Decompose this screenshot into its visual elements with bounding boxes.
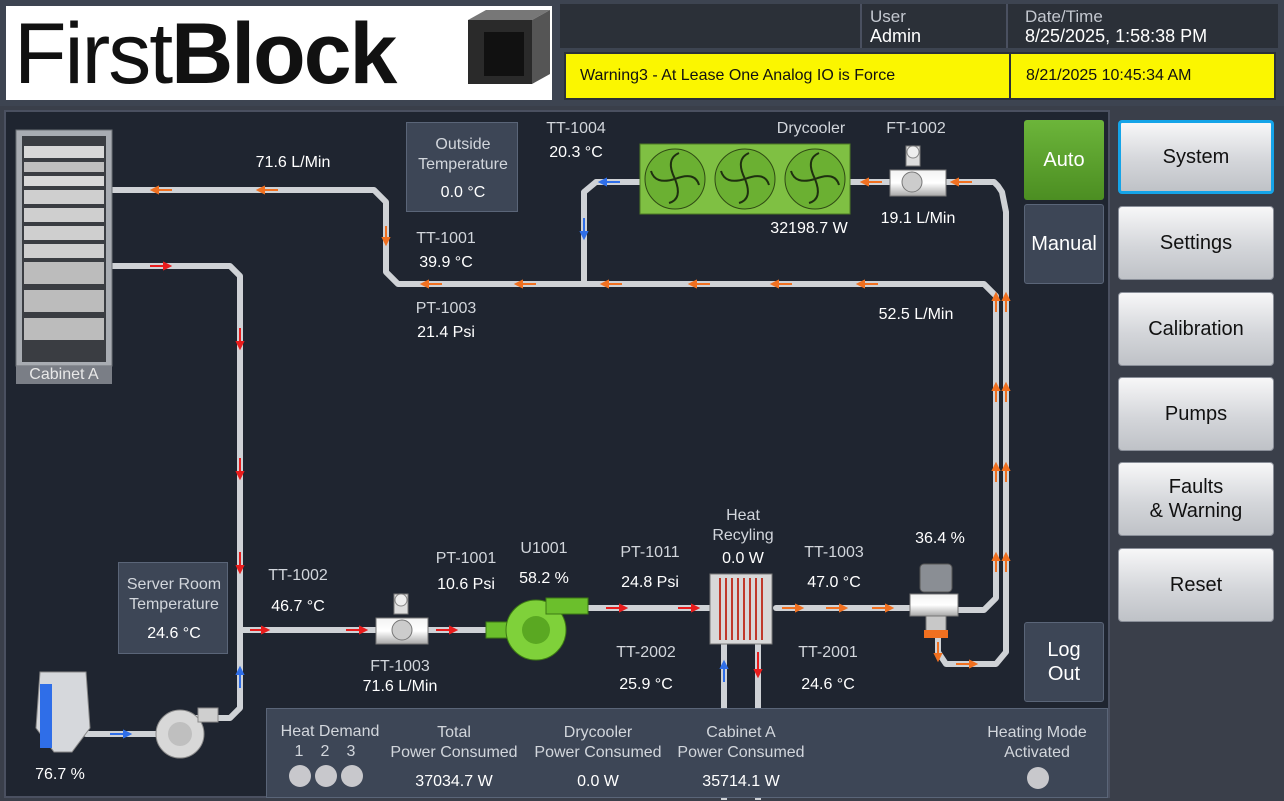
cube-logo-icon	[468, 10, 550, 84]
drycooler-power-consumed-value: 0.0 W	[577, 773, 619, 790]
alarm-time: 8/21/2025 10:45:34 AM	[1026, 67, 1192, 84]
server-rack-icon	[15, 129, 113, 384]
return-flow-value: 71.6 L/Min	[255, 154, 331, 171]
auto-mode-button[interactable]: Auto	[1024, 120, 1104, 200]
valve-position-value: 36.4 %	[915, 530, 965, 547]
tt2001-label: TT-2001	[798, 644, 858, 661]
heat-demand-1-label: 1	[294, 743, 304, 760]
total-power-value: 37034.7 W	[415, 773, 493, 790]
nav-reset-button[interactable]: Reset	[1118, 548, 1274, 622]
ft1003-label: FT-1003	[370, 658, 430, 675]
tt1004-value: 20.3 °C	[549, 144, 603, 161]
nav-pumps-button[interactable]: Pumps	[1118, 377, 1274, 451]
tt1004-label: TT-1004	[546, 120, 606, 137]
circulation-pump-icon	[155, 707, 219, 759]
bypass-flow-value: 52.5 L/Min	[878, 306, 954, 323]
nav-faults-warning-button[interactable]: Faults & Warning	[1118, 462, 1274, 536]
heat-recycling-label: Heat Recyling	[712, 507, 774, 544]
pt1003-label: PT-1003	[415, 300, 477, 317]
tank-icon	[35, 671, 91, 753]
outside-temp-label: Outside Temperature	[418, 136, 508, 173]
user-value: Admin	[870, 26, 922, 46]
nav-system-button[interactable]: System	[1118, 120, 1274, 194]
drycooler-power-label: Drycooler Power Consumed	[534, 724, 662, 761]
heat-demand-3-label: 3	[346, 743, 356, 760]
server-room-label: Server Room Temperature	[126, 576, 222, 613]
drycooler-label: Drycooler	[776, 120, 846, 137]
tank-level-value: 76.7 %	[35, 766, 85, 783]
cabinet-power-value: 35714.1 W	[702, 773, 780, 790]
tt2002-label: TT-2002	[616, 644, 676, 661]
logout-button[interactable]: Log Out	[1024, 622, 1104, 702]
tt1002-value: 46.7 °C	[271, 598, 325, 615]
tt1001-value: 39.9 °C	[419, 254, 473, 271]
datetime-value: 8/25/2025, 1:58:38 PM	[1025, 26, 1208, 46]
heat-exchanger-icon	[709, 573, 773, 645]
outside-temperature-box: Outside Temperature 0.0 °C	[406, 122, 518, 212]
tt1003-value: 47.0 °C	[807, 574, 861, 591]
u1001-label: U1001	[520, 540, 568, 557]
heat-recycling-value: 0.0 W	[722, 550, 764, 567]
drycooler-fans-icon	[639, 143, 851, 215]
flowmeter-ft1002-icon	[889, 145, 947, 197]
pt1003-value: 21.4 Psi	[417, 324, 475, 341]
tt1002-label: TT-1002	[268, 567, 328, 584]
control-valve-icon	[909, 563, 959, 638]
pt1011-value: 24.8 Psi	[621, 574, 679, 591]
u1001-speed-value: 58.2 %	[519, 570, 569, 587]
tt1003-label: TT-1003	[804, 544, 864, 561]
cabinet-power-label: Cabinet A Power Consumed	[677, 724, 805, 761]
nav-calibration-button[interactable]: Calibration	[1118, 292, 1274, 366]
user-label: User	[870, 7, 906, 26]
heat-demand-2-label: 2	[320, 743, 330, 760]
user-datetime-panel: User Admin Date/Time 8/25/2025, 1:58:38 …	[560, 4, 1278, 48]
side-navigation: System Settings Calibration Pumps Faults…	[1114, 110, 1282, 798]
heating-mode-label: Heating Mode Activated	[987, 724, 1087, 761]
ft1002-value: 19.1 L/Min	[880, 210, 956, 227]
pump-u1001-icon	[485, 597, 589, 661]
manual-mode-button[interactable]: Manual	[1024, 204, 1104, 284]
ft1003-value: 71.6 L/Min	[362, 678, 438, 695]
ft1002-label: FT-1002	[886, 120, 946, 137]
server-room-temperature-box: Server Room Temperature 24.6 °C	[118, 562, 228, 654]
flowmeter-ft1003-icon	[375, 593, 429, 645]
alarm-message: Warning3 - At Lease One Analog IO is For…	[580, 67, 896, 84]
alarm-banner[interactable]: Warning3 - At Lease One Analog IO is For…	[564, 52, 1276, 100]
heat-demand-3-indicator	[341, 765, 363, 787]
heating-mode-indicator	[1027, 767, 1049, 789]
heat-demand-label: Heat Demand	[280, 723, 380, 740]
heat-demand-1-indicator	[289, 765, 311, 787]
server-room-value: 24.6 °C	[147, 625, 201, 642]
cabinet-label: Cabinet A	[29, 366, 99, 383]
total-power-label: Total Power Consumed	[390, 724, 518, 761]
pt1011-label: PT-1011	[620, 544, 680, 561]
process-diagram: Cabinet A 71.6 L/Min Outside Temperature…	[4, 110, 1110, 800]
datetime-label: Date/Time	[1025, 7, 1103, 26]
nav-settings-button[interactable]: Settings	[1118, 206, 1274, 280]
tt2002-value: 25.9 °C	[619, 676, 673, 693]
power-summary-panel: Heat Demand 1 2 3 Total Power Consumed 3…	[266, 708, 1108, 798]
tt2001-value: 24.6 °C	[801, 676, 855, 693]
header-bar: FirstBlock User Admin Date/Time 8/25/202…	[0, 0, 1284, 106]
tt1001-label: TT-1001	[416, 230, 476, 247]
drycooler-power-value: 32198.7 W	[770, 220, 848, 237]
firstblock-logo: FirstBlock	[6, 6, 552, 102]
heat-demand-2-indicator	[315, 765, 337, 787]
outside-temp-value: 0.0 °C	[440, 184, 486, 201]
